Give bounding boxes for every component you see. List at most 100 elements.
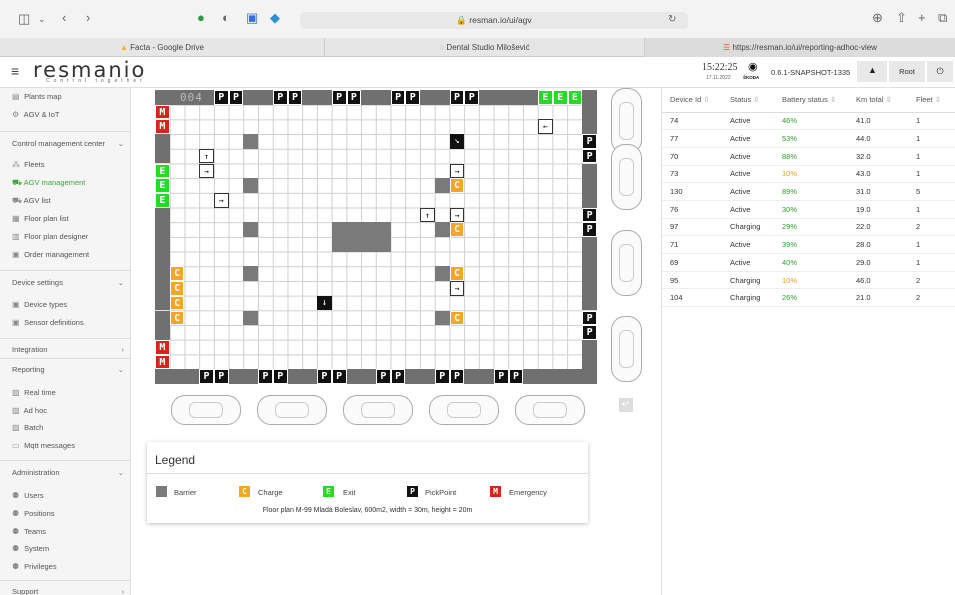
map-cell-charge[interactable]: C — [449, 178, 465, 193]
table-row[interactable]: 73 Active 10% 43.0 1 — [662, 165, 955, 184]
table-row[interactable]: 104 Charging 26% 21.0 2 — [662, 288, 955, 308]
return-icon[interactable]: ↵ — [619, 398, 633, 412]
sidebar-item-device-types[interactable]: ▣ Device types — [12, 300, 67, 309]
section-integration[interactable]: Integration › — [12, 345, 124, 354]
table-row[interactable]: 71 Active 39% 28.0 1 — [662, 235, 955, 254]
tab-reporting[interactable]: ☰ https://resman.io/ui/reporting-adhoc-v… — [645, 38, 955, 57]
map-cell-exit[interactable]: E — [567, 90, 583, 105]
table-row[interactable]: 95 Charging 10% 46.0 2 — [662, 271, 955, 290]
sidebar-item-sensor-definitions[interactable]: ▣ Sensor definitions — [12, 318, 84, 327]
share-extension-icon[interactable]: ▣ — [246, 11, 258, 25]
column-header-status[interactable]: Status ⇳ — [722, 88, 774, 113]
map-cell-exit[interactable]: E — [552, 90, 568, 105]
table-row[interactable]: 69 Active 40% 29.0 1 — [662, 253, 955, 272]
sidebar-item-agv-list[interactable]: ⛟ AGV list — [12, 196, 51, 206]
map-cell-pickpoint[interactable]: P — [493, 369, 509, 384]
floor-plan-map[interactable]: MMEEEMMCCCCPPPPPPPPPPPPPPPPPPCCCCPPPPEEE… — [155, 90, 597, 384]
sidebar-item-agv-management[interactable]: ⛟ AGV management — [12, 178, 85, 188]
map-cell-exit[interactable]: E — [155, 178, 170, 193]
column-header-fleet[interactable]: Fleet ⇳ — [908, 88, 955, 113]
column-header-battery[interactable]: Battery status ⇳ — [774, 88, 848, 113]
map-cell-pickpoint[interactable]: P — [213, 369, 229, 384]
map-cell-pickpoint[interactable]: P — [464, 90, 480, 105]
menu-icon[interactable]: ≡ — [11, 63, 19, 79]
map-cell-exit[interactable]: E — [538, 90, 553, 105]
new-tab-icon[interactable]: + — [918, 11, 926, 25]
agv-arrow-icon[interactable]: → — [449, 163, 465, 179]
section-support[interactable]: Support › — [12, 587, 124, 595]
sidebar-item-ad-hoc[interactable]: ▨ Ad hoc — [12, 406, 47, 415]
map-cell-pickpoint[interactable]: P — [317, 369, 332, 384]
map-cell-charge[interactable]: C — [449, 266, 465, 282]
map-cell-pickpoint[interactable]: P — [199, 369, 214, 384]
sidebar-item-fleets[interactable]: ⁂ Fleets — [12, 160, 45, 169]
agv-arrow-icon[interactable]: → — [449, 207, 465, 223]
map-cell-pickpoint[interactable]: P — [331, 90, 347, 105]
map-cell-pickpoint[interactable]: P — [449, 369, 465, 384]
agv-arrow-icon[interactable]: ↑ — [199, 148, 214, 164]
power-button[interactable]: ⏻ — [927, 61, 953, 82]
username-button[interactable]: Root — [889, 61, 925, 82]
map-cell-pickpoint[interactable]: P — [508, 369, 524, 384]
sidebar-item-order-management[interactable]: ▣ Order management — [12, 250, 89, 259]
section-reporting[interactable]: Reporting ⌄ — [12, 365, 124, 374]
sidebar-toggle-icon[interactable]: ◫ — [18, 12, 30, 26]
share-icon[interactable]: ⇧ — [896, 11, 907, 25]
sidebar-item-batch[interactable]: ▨ Batch — [12, 423, 43, 432]
map-cell-pickpoint[interactable]: P — [272, 90, 288, 105]
tab-facta[interactable]: ▲ Facta - Google Drive — [0, 38, 325, 57]
shield-icon[interactable]: ◐ — [222, 11, 230, 25]
chevron-down-icon[interactable]: ⌄ — [38, 12, 46, 26]
map-cell-emergency[interactable]: M — [155, 339, 170, 355]
map-cell-pickpoint[interactable]: P — [434, 369, 450, 384]
map-cell-pickpoint[interactable]: P — [213, 90, 229, 105]
map-cell-charge[interactable]: C — [449, 222, 465, 237]
map-cell-pickpoint[interactable]: P — [582, 325, 597, 340]
map-cell-pickpoint[interactable]: P — [287, 90, 303, 105]
sidebar-item-system[interactable]: ⚉ System — [12, 544, 49, 553]
map-cell-emergency[interactable]: M — [155, 119, 170, 135]
agv-arrow-icon[interactable]: → — [199, 163, 214, 179]
map-cell-emergency[interactable]: M — [155, 354, 170, 370]
extension-icon[interactable]: ● — [197, 11, 205, 25]
map-cell-pickpoint[interactable]: P — [449, 90, 465, 105]
sidebar-item-positions[interactable]: ⚉ Positions — [12, 509, 55, 518]
address-bar[interactable]: 🔒 resman.io/ui/agv — [300, 12, 688, 29]
map-cell-emergency[interactable]: M — [155, 104, 170, 120]
column-header-km-total[interactable]: Km total ⇳ — [848, 88, 908, 113]
sidebar-item-users[interactable]: ⚉ Users — [12, 491, 44, 500]
section-administration[interactable]: Administration ⌄ — [12, 468, 124, 477]
map-cell-charge[interactable]: C — [169, 310, 185, 326]
section-device-settings[interactable]: Device settings ⌄ — [12, 278, 124, 287]
map-cell-pickpoint[interactable]: P — [390, 369, 406, 384]
download-icon[interactable]: ⊕ — [872, 11, 883, 25]
sidebar-item-floor-plan-designer[interactable]: ▥ Floor plan designer — [12, 232, 88, 241]
table-row[interactable]: 77 Active 53% 44.0 1 — [662, 129, 955, 148]
section-control-management[interactable]: Control management center ⌄ — [12, 139, 124, 148]
sidebar-item-agv-iot[interactable]: ⚙ AGV & IoT — [12, 110, 60, 119]
forward-icon[interactable]: › — [86, 11, 90, 25]
map-cell-pickpoint[interactable]: P — [582, 207, 597, 223]
map-cell-pickpoint[interactable]: P — [582, 148, 597, 164]
map-cell-pickpoint[interactable]: P — [258, 369, 273, 384]
map-cell-pickpoint[interactable]: P — [331, 369, 347, 384]
sidebar-item-plants-map[interactable]: ▤ Plants map — [12, 92, 62, 101]
map-cell-pickpoint[interactable]: P — [582, 222, 597, 237]
map-cell-pickpoint[interactable]: P — [376, 369, 391, 384]
map-cell-charge[interactable]: C — [449, 310, 465, 326]
map-cell-charge[interactable]: C — [169, 295, 185, 311]
sidebar-item-real-time[interactable]: ▨ Real time — [12, 388, 56, 397]
user-button[interactable]: ▲ — [857, 61, 887, 82]
sidebar-item-floor-plan-list[interactable]: ▦ Floor plan list — [12, 214, 69, 223]
tab-dental-studio[interactable]: ◌ Dental Studio Milošević — [325, 38, 645, 57]
table-row[interactable]: 76 Active 30% 19.0 1 — [662, 200, 955, 219]
sidebar-item-privileges[interactable]: ⚉ Privileges — [12, 562, 57, 571]
map-cell-charge[interactable]: C — [169, 281, 185, 296]
table-row[interactable]: 70 Active 88% 32.0 1 — [662, 147, 955, 166]
reload-icon[interactable]: ↻ — [668, 13, 676, 27]
layers-icon[interactable]: ◆ — [270, 11, 280, 25]
table-row[interactable]: 130 Active 89% 31.0 5 — [662, 182, 955, 201]
agv-arrow-icon[interactable]: → — [449, 281, 465, 296]
tabs-overview-icon[interactable]: ⧉ — [938, 11, 947, 25]
agv-arrow-icon[interactable]: ↑ — [420, 207, 435, 223]
